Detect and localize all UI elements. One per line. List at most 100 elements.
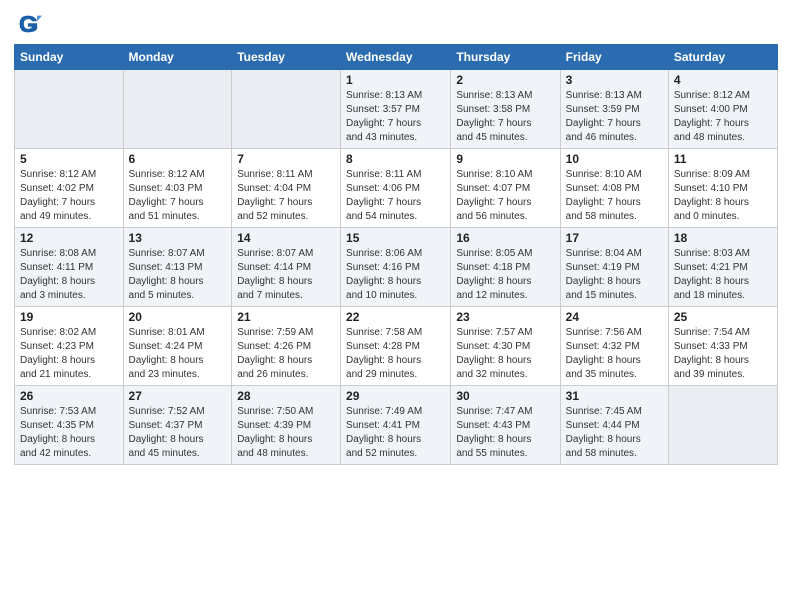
day-number: 15 xyxy=(346,231,445,245)
calendar-cell xyxy=(668,386,777,465)
day-number: 1 xyxy=(346,73,445,87)
calendar-cell: 23 Sunrise: 7:57 AM Sunset: 4:30 PM Dayli… xyxy=(451,307,560,386)
calendar-cell: 5 Sunrise: 8:12 AM Sunset: 4:02 PM Daylig… xyxy=(15,149,124,228)
calendar-cell: 19Sunrise: 8:02 AM Sunset: 4:23 PM Dayli… xyxy=(15,307,124,386)
day-info: Sunrise: 7:53 AM Sunset: 4:35 PM Dayligh… xyxy=(20,405,118,461)
calendar-header-wednesday: Wednesday xyxy=(341,45,451,70)
calendar-week-row: 12Sunrise: 8:08 AM Sunset: 4:11 PM Dayli… xyxy=(15,228,778,307)
calendar-cell xyxy=(123,70,232,149)
day-info: Sunrise: 7:57 AM Sunset: 4:30 PM Dayligh… xyxy=(456,326,554,382)
day-number: 31 xyxy=(566,389,663,403)
calendar-cell: 22 Sunrise: 7:58 AM Sunset: 4:28 PM Dayli… xyxy=(341,307,451,386)
calendar-cell: 31 Sunrise: 7:45 AM Sunset: 4:44 PM Dayli… xyxy=(560,386,668,465)
day-info: Sunrise: 8:12 AM Sunset: 4:02 PM Dayligh… xyxy=(20,168,118,224)
calendar-week-row: 19Sunrise: 8:02 AM Sunset: 4:23 PM Dayli… xyxy=(15,307,778,386)
day-number: 13 xyxy=(129,231,227,245)
day-number: 30 xyxy=(456,389,554,403)
calendar-cell: 29 Sunrise: 7:49 AM Sunset: 4:41 PM Dayli… xyxy=(341,386,451,465)
day-info: Sunrise: 8:03 AM Sunset: 4:21 PM Dayligh… xyxy=(674,247,772,303)
day-number: 18 xyxy=(674,231,772,245)
day-number: 6 xyxy=(129,152,227,166)
day-number: 2 xyxy=(456,73,554,87)
day-number: 14 xyxy=(237,231,335,245)
day-info: Sunrise: 8:11 AM Sunset: 4:06 PM Dayligh… xyxy=(346,168,445,224)
day-info: Sunrise: 8:05 AM Sunset: 4:18 PM Dayligh… xyxy=(456,247,554,303)
calendar-cell: 26 Sunrise: 7:53 AM Sunset: 4:35 PM Dayli… xyxy=(15,386,124,465)
calendar-cell: 13 Sunrise: 8:07 AM Sunset: 4:13 PM Dayli… xyxy=(123,228,232,307)
day-info: Sunrise: 8:10 AM Sunset: 4:07 PM Dayligh… xyxy=(456,168,554,224)
day-info: Sunrise: 8:07 AM Sunset: 4:14 PM Dayligh… xyxy=(237,247,335,303)
day-number: 24 xyxy=(566,310,663,324)
day-info: Sunrise: 7:56 AM Sunset: 4:32 PM Dayligh… xyxy=(566,326,663,382)
calendar-cell: 21 Sunrise: 7:59 AM Sunset: 4:26 PM Dayli… xyxy=(232,307,341,386)
day-number: 10 xyxy=(566,152,663,166)
calendar-cell: 10 Sunrise: 8:10 AM Sunset: 4:08 PM Dayli… xyxy=(560,149,668,228)
day-info: Sunrise: 8:08 AM Sunset: 4:11 PM Dayligh… xyxy=(20,247,118,303)
day-info: Sunrise: 7:45 AM Sunset: 4:44 PM Dayligh… xyxy=(566,405,663,461)
logo xyxy=(14,10,46,38)
page: SundayMondayTuesdayWednesdayThursdayFrid… xyxy=(0,0,792,612)
day-number: 22 xyxy=(346,310,445,324)
day-info: Sunrise: 7:49 AM Sunset: 4:41 PM Dayligh… xyxy=(346,405,445,461)
calendar-cell: 8 Sunrise: 8:11 AM Sunset: 4:06 PM Daylig… xyxy=(341,149,451,228)
day-info: Sunrise: 8:13 AM Sunset: 3:58 PM Dayligh… xyxy=(456,89,554,145)
logo-icon xyxy=(14,10,42,38)
calendar-header-row: SundayMondayTuesdayWednesdayThursdayFrid… xyxy=(15,45,778,70)
calendar-cell: 2 Sunrise: 8:13 AM Sunset: 3:58 PM Daylig… xyxy=(451,70,560,149)
calendar-cell: 30 Sunrise: 7:47 AM Sunset: 4:43 PM Dayli… xyxy=(451,386,560,465)
day-info: Sunrise: 7:47 AM Sunset: 4:43 PM Dayligh… xyxy=(456,405,554,461)
calendar-week-row: 26 Sunrise: 7:53 AM Sunset: 4:35 PM Dayli… xyxy=(15,386,778,465)
day-info: Sunrise: 8:01 AM Sunset: 4:24 PM Dayligh… xyxy=(129,326,227,382)
day-number: 19 xyxy=(20,310,118,324)
day-info: Sunrise: 8:12 AM Sunset: 4:00 PM Dayligh… xyxy=(674,89,772,145)
calendar-cell: 9 Sunrise: 8:10 AM Sunset: 4:07 PM Daylig… xyxy=(451,149,560,228)
day-number: 16 xyxy=(456,231,554,245)
calendar-cell: 4Sunrise: 8:12 AM Sunset: 4:00 PM Daylig… xyxy=(668,70,777,149)
day-number: 27 xyxy=(129,389,227,403)
calendar-cell xyxy=(15,70,124,149)
day-info: Sunrise: 8:07 AM Sunset: 4:13 PM Dayligh… xyxy=(129,247,227,303)
header xyxy=(14,10,778,38)
day-number: 29 xyxy=(346,389,445,403)
day-number: 8 xyxy=(346,152,445,166)
calendar-cell: 27Sunrise: 7:52 AM Sunset: 4:37 PM Dayli… xyxy=(123,386,232,465)
day-info: Sunrise: 7:59 AM Sunset: 4:26 PM Dayligh… xyxy=(237,326,335,382)
calendar-cell: 20 Sunrise: 8:01 AM Sunset: 4:24 PM Dayli… xyxy=(123,307,232,386)
day-number: 28 xyxy=(237,389,335,403)
day-info: Sunrise: 8:13 AM Sunset: 3:59 PM Dayligh… xyxy=(566,89,663,145)
day-info: Sunrise: 7:50 AM Sunset: 4:39 PM Dayligh… xyxy=(237,405,335,461)
day-info: Sunrise: 7:58 AM Sunset: 4:28 PM Dayligh… xyxy=(346,326,445,382)
day-number: 21 xyxy=(237,310,335,324)
day-number: 11 xyxy=(674,152,772,166)
day-number: 25 xyxy=(674,310,772,324)
calendar-cell: 18 Sunrise: 8:03 AM Sunset: 4:21 PM Dayli… xyxy=(668,228,777,307)
calendar-cell: 25 Sunrise: 7:54 AM Sunset: 4:33 PM Dayli… xyxy=(668,307,777,386)
calendar-week-row: 5 Sunrise: 8:12 AM Sunset: 4:02 PM Daylig… xyxy=(15,149,778,228)
day-info: Sunrise: 8:09 AM Sunset: 4:10 PM Dayligh… xyxy=(674,168,772,224)
day-info: Sunrise: 8:10 AM Sunset: 4:08 PM Dayligh… xyxy=(566,168,663,224)
day-number: 17 xyxy=(566,231,663,245)
day-number: 23 xyxy=(456,310,554,324)
day-number: 20 xyxy=(129,310,227,324)
calendar-cell: 6 Sunrise: 8:12 AM Sunset: 4:03 PM Daylig… xyxy=(123,149,232,228)
day-info: Sunrise: 8:11 AM Sunset: 4:04 PM Dayligh… xyxy=(237,168,335,224)
day-info: Sunrise: 8:04 AM Sunset: 4:19 PM Dayligh… xyxy=(566,247,663,303)
calendar-header-thursday: Thursday xyxy=(451,45,560,70)
calendar-cell: 28 Sunrise: 7:50 AM Sunset: 4:39 PM Dayli… xyxy=(232,386,341,465)
day-number: 9 xyxy=(456,152,554,166)
calendar-header-sunday: Sunday xyxy=(15,45,124,70)
calendar-cell: 11 Sunrise: 8:09 AM Sunset: 4:10 PM Dayli… xyxy=(668,149,777,228)
day-info: Sunrise: 8:12 AM Sunset: 4:03 PM Dayligh… xyxy=(129,168,227,224)
day-info: Sunrise: 7:54 AM Sunset: 4:33 PM Dayligh… xyxy=(674,326,772,382)
calendar-cell: 16 Sunrise: 8:05 AM Sunset: 4:18 PM Dayli… xyxy=(451,228,560,307)
calendar-cell: 15Sunrise: 8:06 AM Sunset: 4:16 PM Dayli… xyxy=(341,228,451,307)
day-number: 26 xyxy=(20,389,118,403)
calendar-header-friday: Friday xyxy=(560,45,668,70)
day-number: 3 xyxy=(566,73,663,87)
day-number: 5 xyxy=(20,152,118,166)
calendar-cell: 17 Sunrise: 8:04 AM Sunset: 4:19 PM Dayli… xyxy=(560,228,668,307)
day-info: Sunrise: 8:13 AM Sunset: 3:57 PM Dayligh… xyxy=(346,89,445,145)
calendar-header-tuesday: Tuesday xyxy=(232,45,341,70)
calendar-cell: 24 Sunrise: 7:56 AM Sunset: 4:32 PM Dayli… xyxy=(560,307,668,386)
calendar-table: SundayMondayTuesdayWednesdayThursdayFrid… xyxy=(14,44,778,465)
